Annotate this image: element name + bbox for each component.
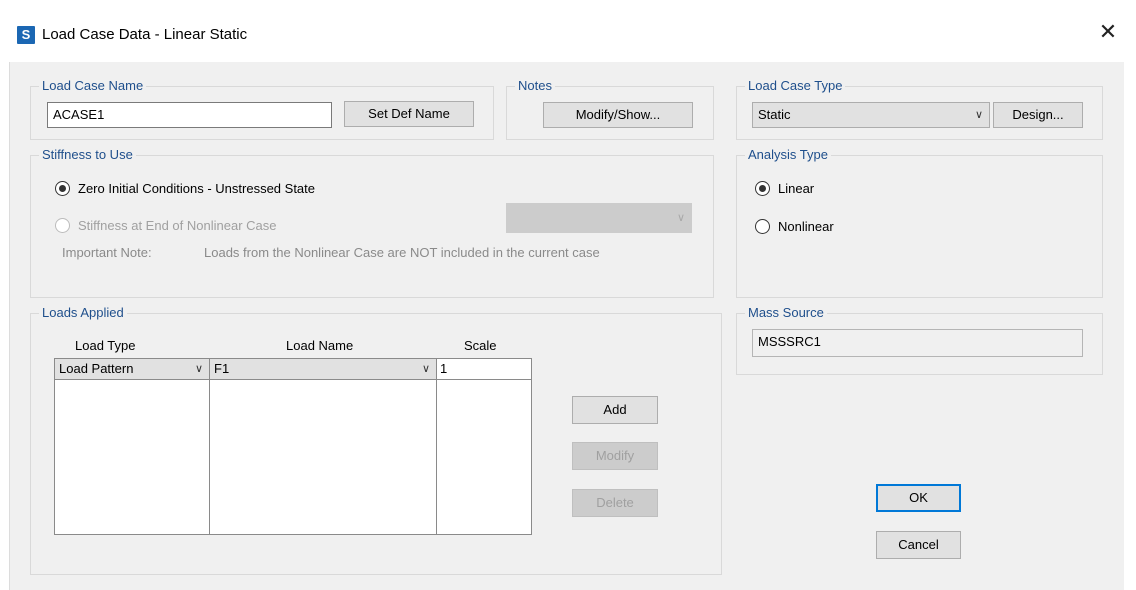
load-name-value: F1 [214,361,230,376]
mass-source-group: Mass Source MSSSRC1 [736,305,1103,375]
important-note-label: Important Note: [62,245,152,260]
design-button[interactable]: Design... [993,102,1083,128]
analysis-type-label: Analysis Type [745,147,831,163]
scale-input[interactable]: 1 [436,358,532,380]
chevron-down-icon: ∨ [676,212,685,224]
ok-button[interactable]: OK [876,484,961,512]
load-case-type-value: Static [758,107,791,122]
stiffness-label: Stiffness to Use [39,147,136,163]
mass-source-label: Mass Source [745,305,827,321]
column-header-scale: Scale [464,338,497,353]
mass-source-field: MSSSRC1 [752,329,1083,357]
load-name-select[interactable]: F1 ∨ [209,358,437,380]
close-icon[interactable]: ✕ [1096,21,1120,45]
scale-list[interactable] [436,379,532,535]
radio-unchecked-icon [55,218,70,233]
notes-label: Notes [515,78,555,94]
chevron-down-icon: ∨ [974,109,983,121]
column-header-load-type: Load Type [75,338,136,353]
load-case-type-select[interactable]: Static ∨ [752,102,990,128]
nonlinear-case-select[interactable]: ∨ [506,203,692,233]
radio-nonlinear-label: Nonlinear [778,219,834,234]
window-title: Load Case Data - Linear Static [42,26,248,43]
load-name-list[interactable] [209,379,437,535]
radio-zero-initial-label: Zero Initial Conditions - Unstressed Sta… [78,181,315,196]
radio-unchecked-icon [755,219,770,234]
load-case-type-group: Load Case Type Static ∨ Design... [736,78,1103,140]
dialog-body: Load Case Name ACASE1 Set Def Name Notes… [9,62,1124,590]
add-button[interactable]: Add [572,396,658,424]
radio-checked-icon [55,181,70,196]
load-case-name-label: Load Case Name [39,78,147,94]
load-type-select[interactable]: Load Pattern ∨ [54,358,210,380]
stiffness-group: Stiffness to Use Zero Initial Conditions… [30,147,714,298]
radio-checked-icon [755,181,770,196]
load-case-name-group: Load Case Name ACASE1 Set Def Name [30,78,494,140]
column-header-load-name: Load Name [286,338,354,353]
chevron-down-icon: ∨ [194,363,203,375]
load-type-list[interactable] [54,379,210,535]
important-note-text: Loads from the Nonlinear Case are NOT in… [204,245,600,260]
load-case-name-input[interactable]: ACASE1 [47,102,332,128]
analysis-type-group: Analysis Type Linear Nonlinear [736,147,1103,298]
modify-show-button[interactable]: Modify/Show... [543,102,693,128]
radio-nonlinear[interactable]: Nonlinear [755,218,834,236]
radio-nonlinear-stiffness-label: Stiffness at End of Nonlinear Case [78,218,277,233]
load-case-type-label: Load Case Type [745,78,846,94]
modify-button[interactable]: Modify [572,442,658,470]
delete-button[interactable]: Delete [572,489,658,517]
radio-zero-initial[interactable]: Zero Initial Conditions - Unstressed Sta… [55,180,315,198]
radio-linear-label: Linear [778,181,815,196]
notes-group: Notes Modify/Show... [506,78,714,140]
load-type-value: Load Pattern [59,361,134,376]
radio-nonlinear-stiffness[interactable]: Stiffness at End of Nonlinear Case [55,217,277,235]
loads-applied-label: Loads Applied [39,305,127,321]
radio-linear[interactable]: Linear [755,180,814,198]
chevron-down-icon: ∨ [421,363,430,375]
title-bar: S Load Case Data - Linear Static ✕ [0,0,1136,62]
app-icon: S [17,26,35,44]
cancel-button[interactable]: Cancel [876,531,961,559]
loads-applied-group: Loads Applied Load Type Load Name Scale … [30,305,722,575]
set-def-name-button[interactable]: Set Def Name [344,101,474,127]
